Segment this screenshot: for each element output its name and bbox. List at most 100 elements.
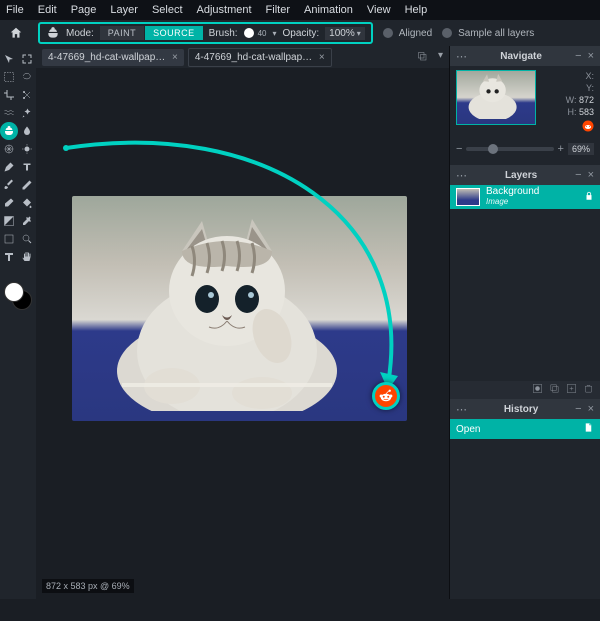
dodge-tool-icon[interactable] bbox=[18, 140, 36, 158]
zoom-out-icon[interactable]: − bbox=[456, 143, 462, 155]
menu-animation[interactable]: Animation bbox=[304, 4, 353, 16]
minimize-icon[interactable]: − bbox=[575, 50, 581, 62]
eyedropper-tool-icon[interactable] bbox=[18, 212, 36, 230]
aligned-option[interactable]: Aligned bbox=[383, 28, 432, 39]
more-icon[interactable]: ⋯ bbox=[456, 169, 467, 182]
document-tabs: 4-47669_hd-cat-wallpapers-p…× 4-47669_hd… bbox=[36, 46, 449, 68]
menu-view[interactable]: View bbox=[367, 4, 391, 16]
more-icon[interactable]: ⋯ bbox=[456, 403, 467, 416]
toolbar bbox=[0, 46, 36, 599]
pen-tool-icon[interactable] bbox=[0, 158, 18, 176]
mode-paint-button[interactable]: PAINT bbox=[100, 26, 144, 40]
slider-track[interactable] bbox=[466, 147, 553, 151]
navigate-info: X: Y: W: 872 H: 583 bbox=[566, 70, 594, 135]
panel-title: Layers bbox=[473, 170, 569, 181]
duplicate-icon[interactable] bbox=[549, 383, 560, 397]
panel-title: History bbox=[473, 404, 569, 415]
close-icon[interactable]: × bbox=[172, 52, 178, 63]
layers-panel-header: ⋯ Layers − × bbox=[450, 165, 600, 185]
menu-page[interactable]: Page bbox=[71, 4, 97, 16]
trash-icon[interactable] bbox=[583, 383, 594, 397]
lasso-tool-icon[interactable] bbox=[18, 68, 36, 86]
blur-tool-icon[interactable] bbox=[18, 122, 36, 140]
canvas-image bbox=[72, 196, 407, 421]
home-icon[interactable] bbox=[4, 21, 28, 45]
text-tool-icon[interactable] bbox=[0, 248, 18, 266]
zoom-value: 69% bbox=[568, 143, 594, 155]
liquify-tool-icon[interactable] bbox=[0, 104, 18, 122]
brush-preview-icon[interactable] bbox=[244, 28, 254, 38]
menu-adjustment[interactable]: Adjustment bbox=[197, 4, 252, 16]
history-item[interactable]: Open bbox=[450, 419, 600, 439]
mask-icon[interactable] bbox=[532, 383, 543, 397]
duplicate-tab-icon[interactable] bbox=[416, 50, 428, 65]
close-icon[interactable]: × bbox=[588, 169, 594, 181]
brush-size: 40 bbox=[258, 29, 267, 38]
opacity-dropdown[interactable]: 100% ▾ bbox=[325, 27, 365, 40]
menu-file[interactable]: File bbox=[6, 4, 24, 16]
type-tool-icon[interactable] bbox=[18, 158, 36, 176]
workspace: 4-47669_hd-cat-wallpapers-p…× 4-47669_hd… bbox=[36, 46, 450, 599]
panel-title: Navigate bbox=[473, 51, 569, 62]
mode-source-button[interactable]: SOURCE bbox=[145, 26, 203, 40]
hand-tool-icon[interactable] bbox=[18, 248, 36, 266]
menu-filter[interactable]: Filter bbox=[266, 4, 290, 16]
minimize-icon[interactable]: − bbox=[575, 403, 581, 415]
top-menu: File Edit Page Layer Select Adjustment F… bbox=[0, 0, 600, 20]
clone-tool-options: Mode: PAINT SOURCE Brush: 40 ▾ Opacity: … bbox=[38, 22, 373, 44]
minimize-icon[interactable]: − bbox=[575, 169, 581, 181]
gradient-tool-icon[interactable] bbox=[0, 212, 18, 230]
reddit-small-icon bbox=[566, 120, 594, 135]
slider-knob[interactable] bbox=[488, 144, 498, 154]
radio-icon bbox=[383, 28, 393, 38]
shape-tool-icon[interactable] bbox=[0, 230, 18, 248]
menu-help[interactable]: Help bbox=[405, 4, 428, 16]
sample-all-option[interactable]: Sample all layers bbox=[442, 28, 534, 39]
cutout-tool-icon[interactable] bbox=[18, 86, 36, 104]
layer-item[interactable]: Background Image bbox=[450, 185, 600, 209]
fill-tool-icon[interactable] bbox=[18, 194, 36, 212]
chevron-down-icon[interactable]: ▾ bbox=[438, 50, 443, 65]
eraser-tool-icon[interactable] bbox=[0, 194, 18, 212]
document-tab[interactable]: 4-47669_hd-cat-wallpapers-pussycat-i… × bbox=[188, 48, 332, 67]
sample-all-label: Sample all layers bbox=[458, 28, 534, 39]
menu-select[interactable]: Select bbox=[152, 4, 183, 16]
artboard-tool-icon[interactable] bbox=[18, 50, 36, 68]
document-tab[interactable]: 4-47669_hd-cat-wallpapers-p…× bbox=[42, 49, 184, 66]
close-icon[interactable]: × bbox=[319, 52, 325, 63]
mode-segmented: PAINT SOURCE bbox=[100, 26, 203, 40]
history-label: Open bbox=[456, 424, 480, 435]
right-panels: ⋯ Navigate − × X: Y: W: 872 bbox=[450, 46, 600, 599]
brush-tool-icon[interactable] bbox=[0, 176, 18, 194]
add-icon[interactable] bbox=[566, 383, 577, 397]
kitten-illustration bbox=[112, 211, 342, 411]
menu-layer[interactable]: Layer bbox=[110, 4, 138, 16]
canvas[interactable]: 872 x 583 px @ 69% bbox=[36, 68, 449, 599]
crop-tool-icon[interactable] bbox=[0, 86, 18, 104]
menu-edit[interactable]: Edit bbox=[38, 4, 57, 16]
reddit-icon bbox=[372, 382, 400, 410]
zoom-in-icon[interactable]: + bbox=[558, 143, 564, 155]
brush-label: Brush: bbox=[209, 28, 238, 39]
close-icon[interactable]: × bbox=[588, 403, 594, 415]
opacity-value: 100% bbox=[329, 28, 355, 39]
clone-tool-icon[interactable] bbox=[0, 122, 18, 140]
disperse-tool-icon[interactable] bbox=[0, 140, 18, 158]
marquee-tool-icon[interactable] bbox=[0, 68, 18, 86]
chevron-down-icon[interactable]: ▾ bbox=[272, 29, 276, 38]
zoom-slider[interactable]: − + 69% bbox=[450, 139, 600, 159]
wand-tool-icon[interactable] bbox=[18, 104, 36, 122]
tab-label: 4-47669_hd-cat-wallpapers-pussycat-i… bbox=[195, 52, 315, 63]
foreground-color[interactable] bbox=[4, 282, 24, 302]
move-tool-icon[interactable] bbox=[0, 50, 18, 68]
more-icon[interactable]: ⋯ bbox=[456, 50, 467, 63]
navigate-panel-header: ⋯ Navigate − × bbox=[450, 46, 600, 66]
close-icon[interactable]: × bbox=[588, 50, 594, 62]
layer-thumb-icon bbox=[456, 188, 480, 206]
radio-icon bbox=[442, 28, 452, 38]
lock-icon[interactable] bbox=[584, 191, 594, 204]
navigate-thumbnail[interactable] bbox=[456, 70, 536, 125]
zoom-tool-icon[interactable] bbox=[18, 230, 36, 248]
pencil-tool-icon[interactable] bbox=[18, 176, 36, 194]
color-swatches[interactable] bbox=[2, 280, 34, 312]
